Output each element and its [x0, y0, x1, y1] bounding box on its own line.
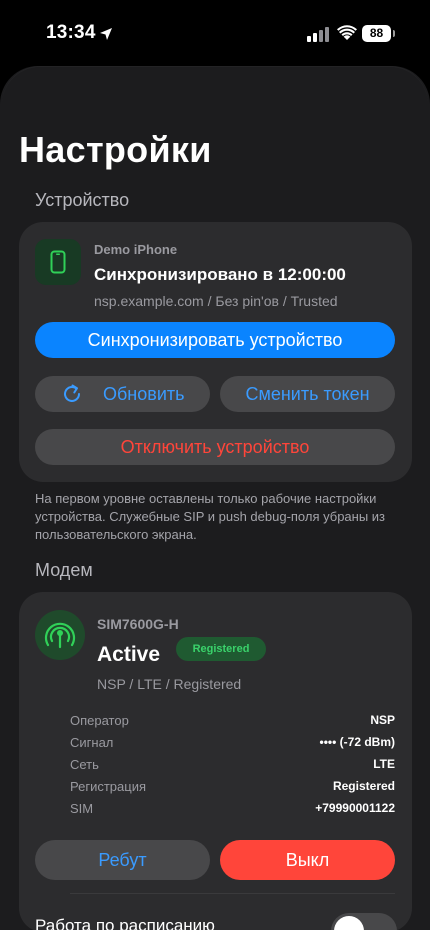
network-row: Сеть LTE [70, 753, 395, 775]
antenna-icon [35, 610, 85, 660]
registration-badge: Registered [176, 637, 266, 661]
info-note: На первом уровне оставлены только рабочи… [35, 491, 386, 542]
modem-model: SIM7600G-H [97, 616, 179, 632]
modem-summary: NSP / LTE / Registered [97, 676, 242, 692]
sim-row: SIM +79990001122 [70, 797, 395, 819]
row-value: LTE [373, 757, 395, 771]
wifi-icon [337, 25, 357, 40]
row-key: Сеть [70, 756, 99, 772]
row-value: Registered [332, 779, 395, 793]
reboot-button[interactable]: Ребут [35, 840, 210, 880]
row-value: NSP [370, 713, 395, 727]
schedule-toggle[interactable] [331, 913, 397, 930]
refresh-label: Обновить [103, 383, 185, 404]
row-key: Регистрация [70, 778, 146, 794]
sync-device-button[interactable]: Синхронизировать устройство [35, 322, 395, 358]
row-value: •••• (-72 dBm) [319, 735, 395, 749]
divider [70, 893, 395, 894]
device-name: Demo iPhone [94, 242, 178, 257]
signal-row: Сигнал •••• (-72 dBm) [70, 731, 395, 753]
status-time: 13:34 [46, 22, 96, 43]
schedule-label: Работа по расписанию [35, 916, 215, 930]
battery-indicator: 88 [362, 25, 395, 42]
row-value: +79990001122 [315, 801, 395, 815]
device-section-label: Устройство [35, 190, 130, 210]
modem-state: Active [97, 643, 161, 666]
page-title: Настройки [19, 129, 212, 170]
refresh-button[interactable]: Обновить [35, 376, 210, 412]
refresh-icon [64, 384, 80, 402]
row-key: Оператор [70, 712, 129, 728]
change-token-button[interactable]: Сменить токен [220, 376, 395, 412]
cellular-signal-icon [307, 27, 329, 42]
row-key: SIM [70, 800, 94, 816]
phone-icon [35, 239, 81, 285]
sync-status: Синхронизировано в 12:00:00 [94, 265, 346, 284]
registration-row: Регистрация Registered [70, 775, 395, 797]
device-details: nsp.example.com / Без pin'ов / Trusted [94, 293, 338, 309]
disconnect-device-button[interactable]: Отключить устройство [35, 429, 395, 465]
operator-row: Оператор NSP [70, 709, 395, 731]
power-off-button[interactable]: Выкл [220, 840, 395, 880]
toggle-knob [334, 916, 364, 930]
location-arrow-icon [100, 28, 112, 40]
row-key: Сигнал [70, 734, 114, 750]
status-bar: 13:34 88 [0, 0, 430, 62]
modem-section-label: Модем [35, 560, 93, 580]
